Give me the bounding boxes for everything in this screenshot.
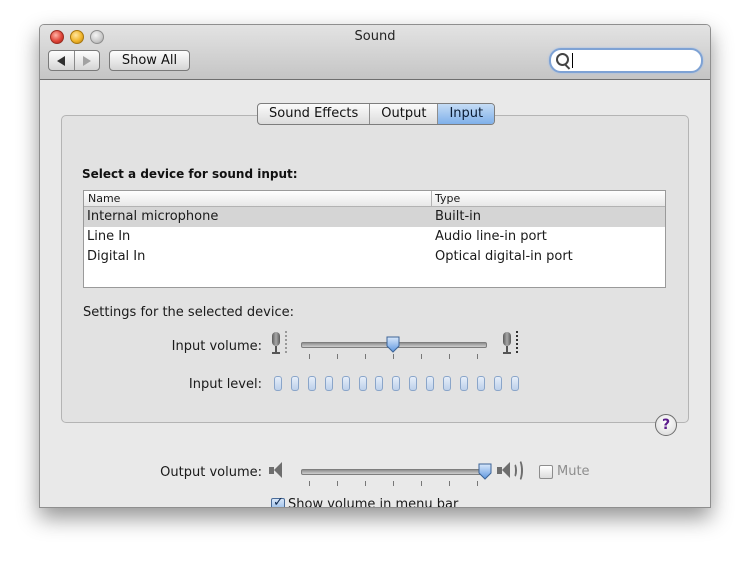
slider-tick: [477, 481, 478, 486]
pane-tabs: Sound Effects Output Input: [257, 103, 496, 125]
device-name: Line In: [87, 229, 131, 244]
table-row[interactable]: Line In Audio line-in port: [84, 227, 665, 247]
search-field[interactable]: [549, 48, 703, 73]
level-segment: [307, 376, 316, 391]
forward-button[interactable]: [73, 51, 100, 70]
input-volume-label: Input volume:: [171, 339, 262, 354]
level-segment: [493, 376, 502, 391]
level-segment: [324, 376, 333, 391]
device-name: Internal microphone: [87, 209, 219, 224]
slider-tick: [393, 481, 394, 486]
input-level-label: Input level:: [188, 377, 262, 392]
device-type: Audio line-in port: [435, 229, 547, 244]
device-name: Digital In: [87, 249, 146, 264]
mute-checkbox[interactable]: [539, 465, 553, 479]
level-segment: [409, 376, 418, 391]
checkmark-icon: ✓: [273, 495, 284, 508]
search-input[interactable]: [574, 51, 698, 71]
slider-knob[interactable]: [478, 463, 492, 480]
level-segment: [274, 376, 282, 391]
slider-tick: [365, 481, 366, 486]
back-button[interactable]: [49, 51, 74, 70]
level-segment: [290, 376, 299, 391]
titlebar: Sound Show All: [40, 25, 710, 80]
show-volume-checkbox[interactable]: ✓: [271, 495, 285, 508]
back-forward-control: [48, 50, 100, 71]
level-segment: [426, 376, 435, 391]
input-device-table[interactable]: Name Type Internal microphone Built-in L…: [83, 190, 666, 288]
preferences-content: Sound Effects Output Input Select a devi…: [40, 80, 710, 507]
slider-tick: [421, 354, 422, 359]
show-volume-label: Show volume in menu bar: [288, 497, 459, 508]
text-cursor: [572, 53, 573, 68]
settings-label: Settings for the selected device:: [83, 305, 295, 320]
table-row[interactable]: Internal microphone Built-in: [84, 207, 665, 227]
show-all-button[interactable]: Show All: [109, 50, 190, 71]
forward-arrow-icon: [82, 55, 91, 66]
output-volume-label: Output volume:: [160, 465, 262, 480]
column-header-type[interactable]: Type: [435, 192, 460, 205]
slider-tick: [449, 354, 450, 359]
help-button[interactable]: ?: [655, 414, 677, 436]
tab-output[interactable]: Output: [369, 104, 437, 124]
tab-sound-effects[interactable]: Sound Effects: [258, 104, 369, 124]
level-segment: [341, 376, 350, 391]
device-type: Built-in: [435, 209, 482, 224]
table-row[interactable]: Digital In Optical digital-in port: [84, 247, 665, 267]
device-type: Optical digital-in port: [435, 249, 573, 264]
tab-input[interactable]: Input: [437, 104, 495, 124]
level-segment: [510, 376, 519, 391]
slider-tick: [337, 354, 338, 359]
mute-label: Mute: [557, 464, 590, 479]
level-segment: [358, 376, 367, 391]
slider-tick: [309, 354, 310, 359]
device-list-heading: Select a device for sound input:: [82, 167, 298, 181]
search-icon: [556, 53, 569, 66]
slider-tick: [421, 481, 422, 486]
level-segment: [375, 376, 384, 391]
slider-tick: [365, 354, 366, 359]
slider-tick: [393, 354, 394, 359]
table-header: Name Type: [84, 191, 665, 207]
slider-tick: [337, 481, 338, 486]
window-title: Sound: [354, 29, 396, 44]
slider-tick: [449, 481, 450, 486]
level-segment: [392, 376, 401, 391]
back-arrow-icon: [57, 55, 66, 66]
slider-tick: [309, 481, 310, 486]
level-segment: [476, 376, 485, 391]
slider-knob[interactable]: [386, 336, 400, 353]
level-segment: [443, 376, 451, 391]
column-divider: [431, 191, 432, 206]
slider-tick: [477, 354, 478, 359]
column-header-name[interactable]: Name: [88, 192, 120, 205]
level-segment: [459, 376, 468, 391]
sound-preferences-window: Sound Show All Sound Effects Output Inpu…: [39, 24, 711, 508]
slider-track: [301, 469, 487, 475]
